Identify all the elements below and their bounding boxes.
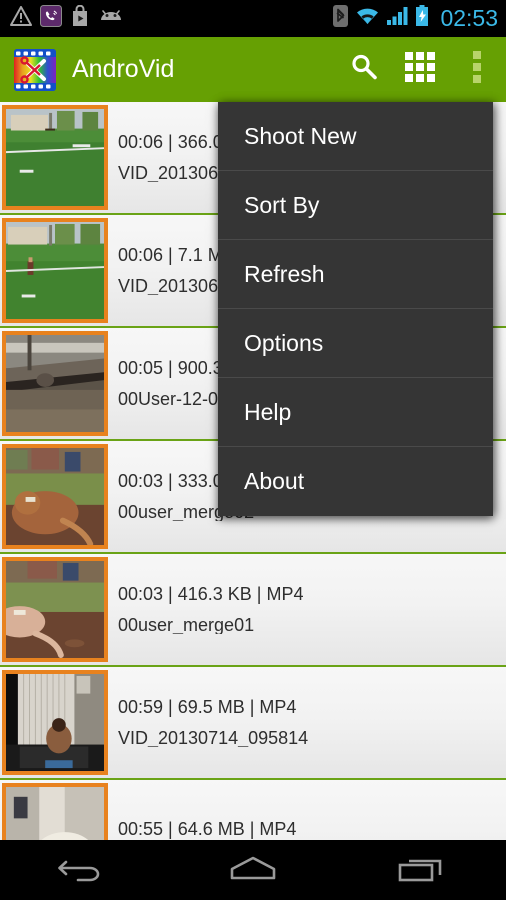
system-navigation-bar <box>0 840 506 900</box>
play-store-icon <box>70 4 90 32</box>
grid-view-button[interactable] <box>392 37 448 102</box>
video-thumbnail[interactable] <box>2 783 108 840</box>
video-name: VID_20130714_095814 <box>118 728 309 747</box>
menu-item-label: Shoot New <box>244 122 357 149</box>
menu-item-shoot-new[interactable]: Shoot New <box>218 102 493 171</box>
video-thumbnail[interactable] <box>2 218 108 323</box>
menu-item-label: Options <box>244 329 324 356</box>
battery-charging-icon <box>415 5 429 32</box>
grid-icon <box>404 51 436 88</box>
status-bar-notification-icons <box>10 4 333 32</box>
androvid-logo-icon <box>14 48 56 91</box>
video-thumbnail[interactable] <box>2 105 108 210</box>
video-name: 00user_merge01 <box>118 615 255 634</box>
cell-signal-icon <box>387 6 408 31</box>
video-list-item[interactable]: 00:55 | 64.6 MB | MP4 <box>0 780 506 840</box>
menu-item-help[interactable]: Help <box>218 378 493 447</box>
video-thumbnail[interactable] <box>2 444 108 549</box>
menu-item-label: Help <box>244 398 292 425</box>
menu-item-label: About <box>244 468 305 494</box>
warning-triangle-icon <box>10 6 32 31</box>
back-arrow-icon <box>58 853 110 888</box>
video-list-item[interactable]: 00:03 | 416.3 KB | MP4 00user_merge01 <box>0 554 506 667</box>
app-title: AndroVid <box>72 55 175 83</box>
status-bar: 02:53 <box>0 0 506 37</box>
status-bar-system-icons: 02:53 <box>333 5 498 32</box>
video-info: 00:59 | 69.5 MB | MP4 VID_20130714_09581… <box>118 698 506 747</box>
android-robot-icon <box>98 8 124 30</box>
overflow-dots-icon <box>472 50 482 89</box>
menu-item-label: Refresh <box>244 260 325 287</box>
menu-item-options[interactable]: Options <box>218 309 493 378</box>
home-icon <box>226 853 280 888</box>
bluetooth-icon <box>333 5 349 32</box>
action-bar: AndroVid <box>0 37 506 102</box>
video-meta: 00:03 | 416.3 KB | MP4 <box>118 585 304 604</box>
overflow-menu[interactable]: Shoot New Sort By Refresh Options Help A… <box>218 102 493 516</box>
video-thumbnail[interactable] <box>2 331 108 436</box>
status-bar-clock: 02:53 <box>440 5 498 31</box>
video-info: 00:03 | 416.3 KB | MP4 00user_merge01 <box>118 585 506 634</box>
nav-back-button[interactable] <box>29 840 139 900</box>
wifi-icon <box>355 6 380 31</box>
overflow-menu-button[interactable] <box>448 37 506 102</box>
video-meta: 00:59 | 69.5 MB | MP4 <box>118 698 297 717</box>
menu-item-about[interactable]: About <box>218 447 493 516</box>
menu-item-sort-by[interactable]: Sort By <box>218 171 493 240</box>
recent-apps-icon <box>396 853 448 888</box>
search-icon <box>349 52 379 87</box>
search-button[interactable] <box>336 37 392 102</box>
nav-home-button[interactable] <box>198 840 308 900</box>
video-meta: 00:55 | 64.6 MB | MP4 <box>118 820 297 839</box>
video-thumbnail[interactable] <box>2 670 108 775</box>
menu-item-label: Sort By <box>244 191 320 218</box>
nav-recents-button[interactable] <box>367 840 477 900</box>
video-list-item[interactable]: 00:59 | 69.5 MB | MP4 VID_20130714_09581… <box>0 667 506 780</box>
viber-call-icon <box>40 5 62 32</box>
menu-item-refresh[interactable]: Refresh <box>218 240 493 309</box>
android-screen: 02:53 AndroVid 00:06 | 366.0 KB | MP4 VI… <box>0 0 506 900</box>
video-info: 00:55 | 64.6 MB | MP4 <box>118 820 506 840</box>
video-thumbnail[interactable] <box>2 557 108 662</box>
